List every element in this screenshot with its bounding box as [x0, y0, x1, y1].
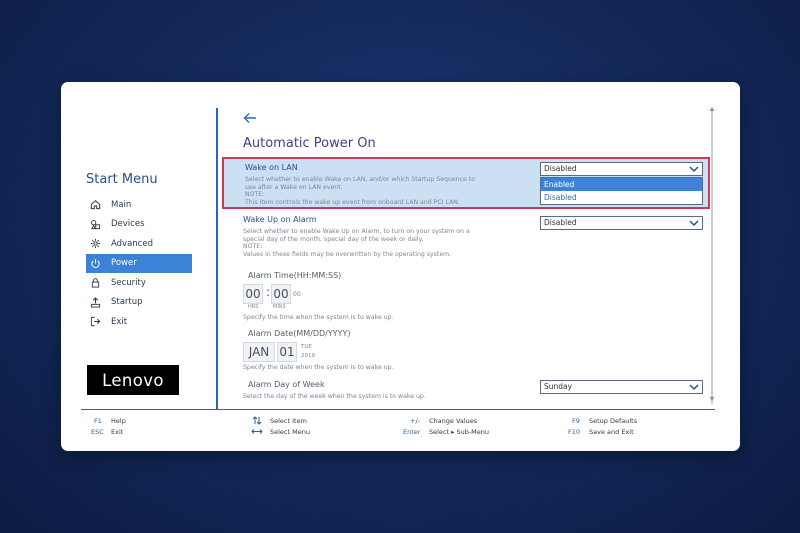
change-values-desc: Change Values [429, 417, 478, 425]
wake-on-lan-select[interactable]: Disabled [540, 162, 703, 176]
chevron-down-icon [689, 220, 699, 227]
sidebar-item-startup[interactable]: Startup [86, 293, 192, 313]
wake-up-on-alarm-row[interactable]: Wake Up on Alarm Select whether to enabl… [243, 215, 543, 258]
f1-desc: Help [111, 417, 126, 425]
wake-up-on-alarm-label: Wake Up on Alarm [243, 215, 317, 224]
sidebar-item-label: Security [111, 277, 146, 288]
f10-key: F10 [568, 428, 581, 436]
dropdown-option-disabled[interactable]: Disabled [541, 191, 702, 204]
sidebar-item-label: Main [111, 199, 132, 210]
wake-up-on-alarm-help: Select whether to enable Wake Up on Alar… [243, 228, 470, 258]
alarm-time-help: Specify the time when the system is to w… [243, 314, 394, 321]
alarm-month-input[interactable]: JAN [243, 342, 275, 362]
sidebar-item-label: Advanced [111, 238, 153, 249]
lenovo-logo: Lenovo [87, 365, 179, 395]
wake-on-lan-dropdown: Enabled Disabled [540, 177, 703, 205]
chevron-down-icon [689, 384, 699, 391]
lock-icon [89, 277, 101, 289]
startup-icon [89, 296, 101, 308]
minutes-unit-label: MINS [273, 304, 286, 310]
bios-setup-window: Start Menu Main Devices Advanced Power S… [61, 82, 740, 451]
footer-divider [81, 409, 715, 410]
scrollbar-track[interactable] [711, 108, 713, 404]
devices-icon [89, 218, 101, 230]
select-menu-desc: Select Menu [270, 428, 310, 436]
alarm-day-of-week-help: Select the day of the week when the syst… [243, 393, 426, 400]
footer-keys: F1 Help ESC Exit Select Item Select Menu… [61, 414, 740, 444]
sidebar-item-power[interactable]: Power [86, 253, 192, 273]
enter-key: Enter [403, 428, 421, 436]
time-separator: : [266, 285, 271, 299]
alarm-day-of-week-select[interactable]: Sunday [540, 380, 703, 394]
vertical-divider [216, 108, 218, 410]
advanced-gear-icon [89, 238, 101, 250]
f1-key: F1 [94, 417, 102, 425]
sidebar-item-label: Exit [111, 316, 128, 327]
sidebar-item-label: Devices [111, 219, 145, 230]
wake-on-lan-help: Select whether to enable Wake on LAN, an… [245, 176, 475, 206]
chevron-down-icon [689, 166, 699, 173]
alarm-hours-input[interactable]: 00 [243, 284, 263, 304]
alarm-day-input[interactable]: 01 [277, 342, 297, 362]
sidebar-menu: Main Devices Advanced Power Security Sta… [86, 195, 192, 332]
sidebar-item-main[interactable]: Main [86, 195, 192, 215]
change-key: +/- [410, 417, 420, 425]
alarm-time-label: Alarm Time(HH:MM:SS) [248, 271, 342, 280]
alarm-seconds-value[interactable]: 00 [293, 291, 301, 298]
hours-unit-label: HRS [248, 304, 259, 310]
page-title: Automatic Power On [243, 136, 376, 151]
sidebar-item-security[interactable]: Security [86, 273, 192, 293]
esc-key: ESC [91, 428, 104, 436]
esc-desc: Exit [111, 428, 124, 436]
sidebar-item-exit[interactable]: Exit [86, 312, 192, 332]
sidebar-item-advanced[interactable]: Advanced [86, 234, 192, 254]
alarm-minutes-input[interactable]: 00 [271, 284, 291, 304]
enter-desc: Select ▸ Sub-Menu [429, 428, 490, 436]
back-arrow-icon[interactable] [243, 112, 257, 124]
home-icon [89, 199, 101, 211]
sidebar-item-label: Startup [111, 297, 143, 308]
updown-arrows-icon [252, 416, 262, 425]
select-item-desc: Select Item [270, 417, 307, 425]
alarm-date-help: Specify the date when the system is to w… [243, 364, 394, 371]
scroll-up-icon[interactable] [709, 106, 715, 112]
sidebar-item-label: Power [111, 258, 137, 269]
save-and-exit-desc: Save and Exit [589, 428, 634, 436]
sidebar-item-devices[interactable]: Devices [86, 215, 192, 235]
dropdown-option-enabled[interactable]: Enabled [541, 178, 702, 191]
f9-key: F9 [572, 417, 580, 425]
power-icon [89, 257, 101, 269]
wake-up-on-alarm-select[interactable]: Disabled [540, 216, 703, 230]
wake-on-lan-label: Wake on LAN [245, 163, 298, 172]
leftright-arrows-icon [251, 429, 263, 434]
start-menu-title: Start Menu [86, 172, 158, 187]
alarm-date-label: Alarm Date(MM/DD/YYYY) [248, 329, 351, 338]
scroll-down-icon[interactable] [709, 396, 715, 402]
alarm-day-of-week-label: Alarm Day of Week [248, 380, 325, 389]
alarm-date-weekday-year: TUE 2019 [301, 344, 315, 359]
exit-icon [89, 316, 101, 328]
setup-defaults-desc: Setup Defaults [589, 417, 638, 425]
